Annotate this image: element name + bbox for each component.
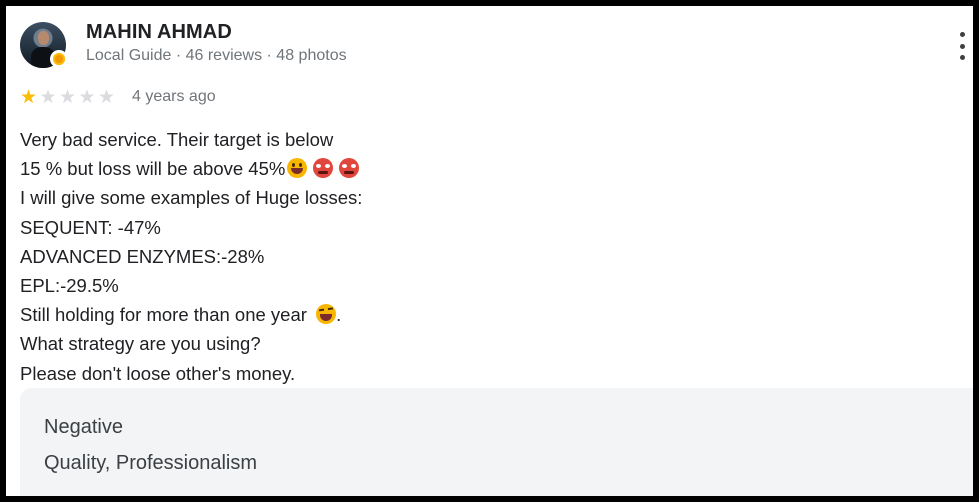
laughing-emoji-icon (316, 304, 337, 325)
angry-face-emoji-icon (339, 158, 360, 179)
star-empty-icon: ★ (39, 87, 57, 108)
review-line: EPL:-29.5% (20, 274, 119, 296)
review-line: ADVANCED ENZYMES:-28% (20, 245, 265, 267)
local-guide-badge-icon (50, 50, 68, 68)
reviewer-meta: Local Guide · 46 reviews · 48 photos (86, 47, 347, 64)
more-options-icon[interactable] (958, 32, 966, 60)
review-line: Still holding for more than one year . (20, 304, 342, 326)
review-line: 15 % but loss will be above 45% (20, 154, 362, 183)
review-time: 4 years ago (132, 88, 216, 105)
review-line: Very bad service. Their target is below (20, 129, 334, 150)
star-empty-icon: ★ (78, 87, 96, 108)
review-attributes-box: Negative Quality, Professionalism (20, 388, 973, 496)
angry-face-emoji-icon (313, 158, 334, 179)
star-rating: ★ ★ ★ ★ ★ (20, 88, 118, 108)
review-line: What strategy are you using? (20, 333, 261, 355)
grinning-emoji-icon (287, 158, 308, 179)
review-card: MAHIN AHMAD Local Guide · 46 reviews · 4… (0, 0, 979, 502)
star-filled-icon: ★ (20, 87, 38, 108)
topics-label: Quality, Professionalism (44, 452, 258, 474)
star-empty-icon: ★ (59, 87, 77, 108)
avatar-face (38, 31, 49, 45)
review-line: Please don't loose other's money. (20, 362, 296, 384)
review-text: Very bad service. Their target is below … (20, 125, 362, 388)
reviewer-name[interactable]: MAHIN AHMAD (86, 21, 232, 44)
sentiment-label: Negative (44, 416, 123, 438)
review-line: SEQUENT: -47% (20, 216, 161, 238)
star-empty-icon: ★ (98, 87, 116, 108)
review-line: I will give some examples of Huge losses… (20, 187, 363, 209)
